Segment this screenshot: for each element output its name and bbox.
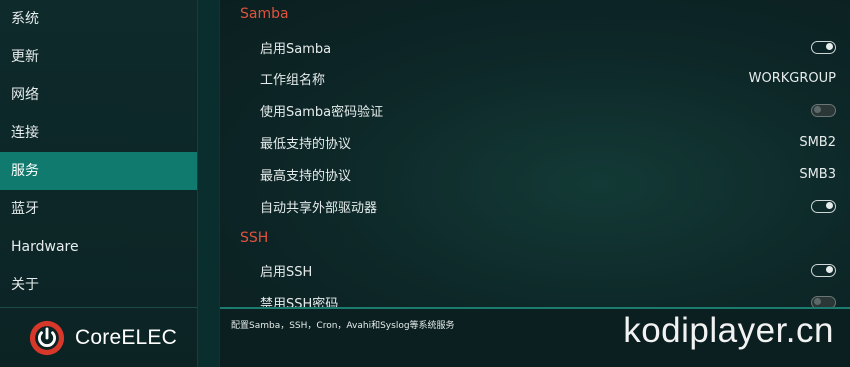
- disable-ssh-password-toggle[interactable]: [811, 295, 836, 307]
- max-protocol-value: SMB3: [799, 166, 836, 182]
- sidebar-item-services[interactable]: 服务: [0, 152, 197, 190]
- logo-text-core: Core: [75, 325, 122, 349]
- setting-max-protocol[interactable]: 最高支持的协议 SMB3: [260, 158, 836, 190]
- auto-share-toggle[interactable]: [811, 199, 836, 213]
- setting-enable-ssh[interactable]: 启用SSH: [260, 254, 836, 286]
- footer-bar: 配置Samba，SSH，Cron，Avahi和Syslog等系统服务 kodip…: [220, 307, 850, 367]
- setting-workgroup-name[interactable]: 工作组名称 WORKGROUP: [260, 62, 836, 94]
- logo-text-elec: ELEC: [121, 325, 177, 349]
- setting-label: 工作组名称: [260, 72, 326, 88]
- sidebar-item-hardware[interactable]: Hardware: [0, 228, 197, 266]
- sidebar-item-about[interactable]: 关于: [0, 266, 197, 304]
- workgroup-value: WORKGROUP: [748, 70, 836, 86]
- description-text: 配置Samba，SSH，Cron，Avahi和Syslog等系统服务: [231, 321, 455, 331]
- setting-disable-ssh-password[interactable]: 禁用SSH密码: [260, 286, 836, 307]
- setting-auto-share-drives[interactable]: 自动共享外部驱动器: [260, 190, 836, 222]
- sidebar-item-update[interactable]: 更新: [0, 38, 197, 76]
- setting-label: 启用SSH: [260, 264, 313, 280]
- setting-min-protocol[interactable]: 最低支持的协议 SMB2: [260, 126, 836, 158]
- setting-label: 启用Samba: [260, 41, 332, 57]
- watermark: kodiplayer.cn: [623, 311, 834, 350]
- min-protocol-value: SMB2: [799, 134, 836, 150]
- samba-password-toggle[interactable]: [811, 103, 836, 117]
- sidebar-item-bluetooth[interactable]: 蓝牙: [0, 190, 197, 228]
- sidebar-menu: 系统 更新 网络 连接 服务 蓝牙 Hardware 关于: [0, 0, 197, 304]
- power-icon: [29, 320, 65, 355]
- enable-ssh-toggle[interactable]: [811, 263, 836, 277]
- sidebar-item-connections[interactable]: 连接: [0, 114, 197, 152]
- setting-samba-password-auth[interactable]: 使用Samba密码验证: [260, 94, 836, 126]
- logo-text: CoreELEC: [75, 326, 177, 350]
- sidebar-item-network[interactable]: 网络: [0, 76, 197, 114]
- panel-divider: [197, 0, 220, 367]
- enable-samba-toggle[interactable]: [811, 40, 836, 54]
- setting-label: 自动共享外部驱动器: [260, 200, 378, 216]
- section-title-ssh: SSH: [240, 230, 269, 246]
- sidebar-item-system[interactable]: 系统: [0, 0, 197, 38]
- setting-label: 最低支持的协议: [260, 136, 352, 152]
- setting-enable-samba[interactable]: 启用Samba: [260, 31, 836, 63]
- section-title-samba: Samba: [240, 6, 289, 22]
- setting-label: 使用Samba密码验证: [260, 104, 384, 120]
- settings-panel: Samba 启用Samba 工作组名称 WORKGROUP 使用Samba密码验…: [220, 0, 850, 307]
- setting-label: 最高支持的协议: [260, 168, 352, 184]
- coreelec-logo: CoreELEC: [0, 307, 197, 367]
- sidebar: 系统 更新 网络 连接 服务 蓝牙 Hardware 关于 CoreELEC: [0, 0, 197, 367]
- setting-label: 禁用SSH密码: [260, 296, 339, 308]
